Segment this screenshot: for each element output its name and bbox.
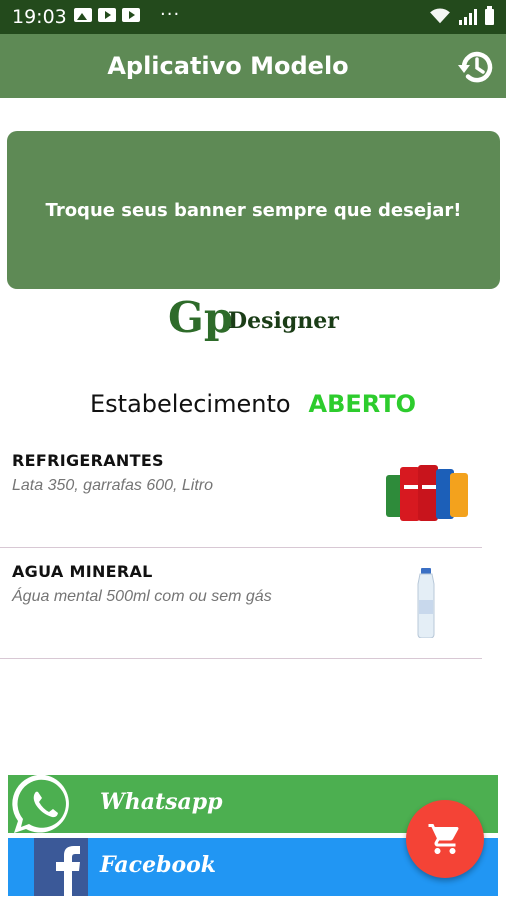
status-time: 19:03 [12, 6, 67, 28]
establishment-label: Estabelecimento [90, 390, 291, 418]
gp-designer-logo: Gp Designer [168, 293, 339, 342]
youtube-icon [122, 8, 140, 22]
product-name: REFRIGERANTES [12, 451, 164, 470]
establishment-status: Estabelecimento ABERTO [0, 390, 506, 418]
whatsapp-icon [12, 774, 69, 833]
facebook-label: Facebook [100, 852, 217, 878]
app-title: Aplicativo Modelo [107, 52, 349, 80]
app-bar: Aplicativo Modelo [0, 34, 506, 98]
logo-letters: Gp [168, 293, 233, 342]
wifi-icon [430, 8, 450, 24]
battery-icon [485, 6, 494, 25]
whatsapp-label: Whatsapp [100, 789, 223, 815]
system-icons [429, 6, 494, 25]
product-name: AGUA MINERAL [12, 562, 153, 581]
status-bar: 19:03 ··· [0, 0, 506, 34]
image-icon [74, 8, 92, 22]
cart-icon [428, 824, 459, 854]
history-icon[interactable] [456, 47, 496, 87]
product-item-refrigerantes[interactable]: REFRIGERANTES Lata 350, garrafas 600, Li… [0, 437, 482, 548]
cart-button[interactable] [406, 800, 484, 878]
logo-word: Designer [228, 308, 339, 334]
banner-text: Troque seus banner sempre que desejar! [45, 199, 462, 221]
more-notifications-icon: ··· [160, 4, 181, 25]
soda-cans-image [386, 465, 468, 521]
product-description: Água mental 500ml com ou sem gás [12, 588, 272, 605]
establishment-status-value: ABERTO [308, 390, 416, 418]
water-bottle-image [417, 568, 435, 638]
youtube-icon [98, 8, 116, 22]
signal-icon [459, 9, 477, 25]
product-item-agua-mineral[interactable]: AGUA MINERAL Água mental 500ml com ou se… [0, 548, 482, 659]
product-description: Lata 350, garrafas 600, Litro [12, 477, 214, 494]
notification-icons [74, 8, 140, 22]
promo-banner[interactable]: Troque seus banner sempre que desejar! [7, 131, 500, 289]
facebook-icon [34, 838, 88, 896]
